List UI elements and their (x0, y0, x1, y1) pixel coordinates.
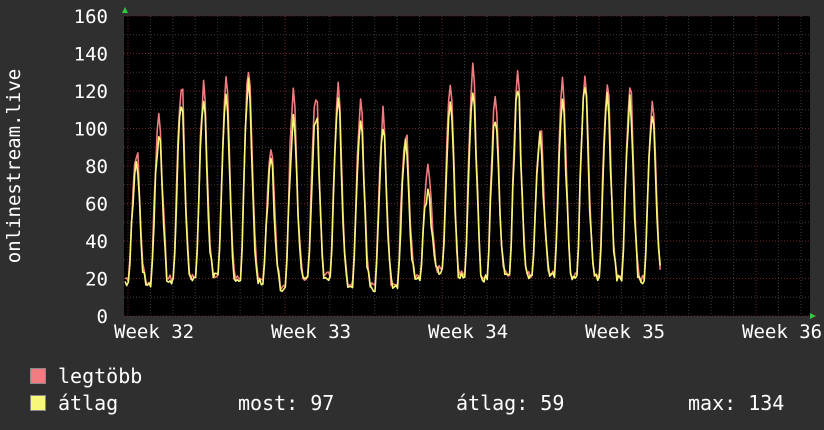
legend-legtobb: legtöbb (30, 364, 142, 388)
x-tick-label: Week 35 (585, 321, 665, 343)
y-tick-label: 0 (97, 306, 108, 328)
x-tick-label: Week 36 (742, 321, 822, 343)
y-tick-label: 120 (74, 81, 108, 103)
x-tick-label: Week 32 (114, 321, 194, 343)
x-tick-label: Week 34 (428, 321, 508, 343)
y-tick-label: 100 (74, 119, 108, 141)
y-axis-label: onlinestream.live (2, 0, 26, 316)
y-tick-label: 60 (85, 194, 108, 216)
y-tick-label: 140 (74, 44, 108, 66)
legend-atlag: átlag (30, 391, 118, 415)
stat-current: most: 97 (238, 391, 335, 415)
y-tick-label: 160 (74, 6, 108, 28)
chart-svg: 020406080100120140160 Week 32 Week 33 Week… (74, 6, 822, 343)
y-tick-label: 40 (85, 231, 108, 253)
y-axis-arrow (122, 7, 128, 13)
legtobb-label: legtöbb (58, 364, 143, 388)
x-axis-arrow (810, 313, 816, 319)
stat-average: átlag: 59 (456, 391, 565, 415)
y-tick-labels: 0 20 40 60 80 100 120 140 160 (74, 6, 108, 328)
legtobb-swatch (30, 368, 46, 384)
atlag-label: átlag (58, 391, 119, 415)
atlag-swatch (30, 395, 46, 411)
x-tick-label: Week 33 (271, 321, 351, 343)
y-axis-label-text: onlinestream.live (3, 68, 25, 264)
y-tick-label: 20 (85, 269, 108, 291)
y-tick-label: 80 (85, 156, 108, 178)
stat-max: max: 134 (688, 391, 785, 415)
x-tick-labels: Week 32 Week 33 Week 34 Week 35 Week 36 (114, 321, 822, 343)
